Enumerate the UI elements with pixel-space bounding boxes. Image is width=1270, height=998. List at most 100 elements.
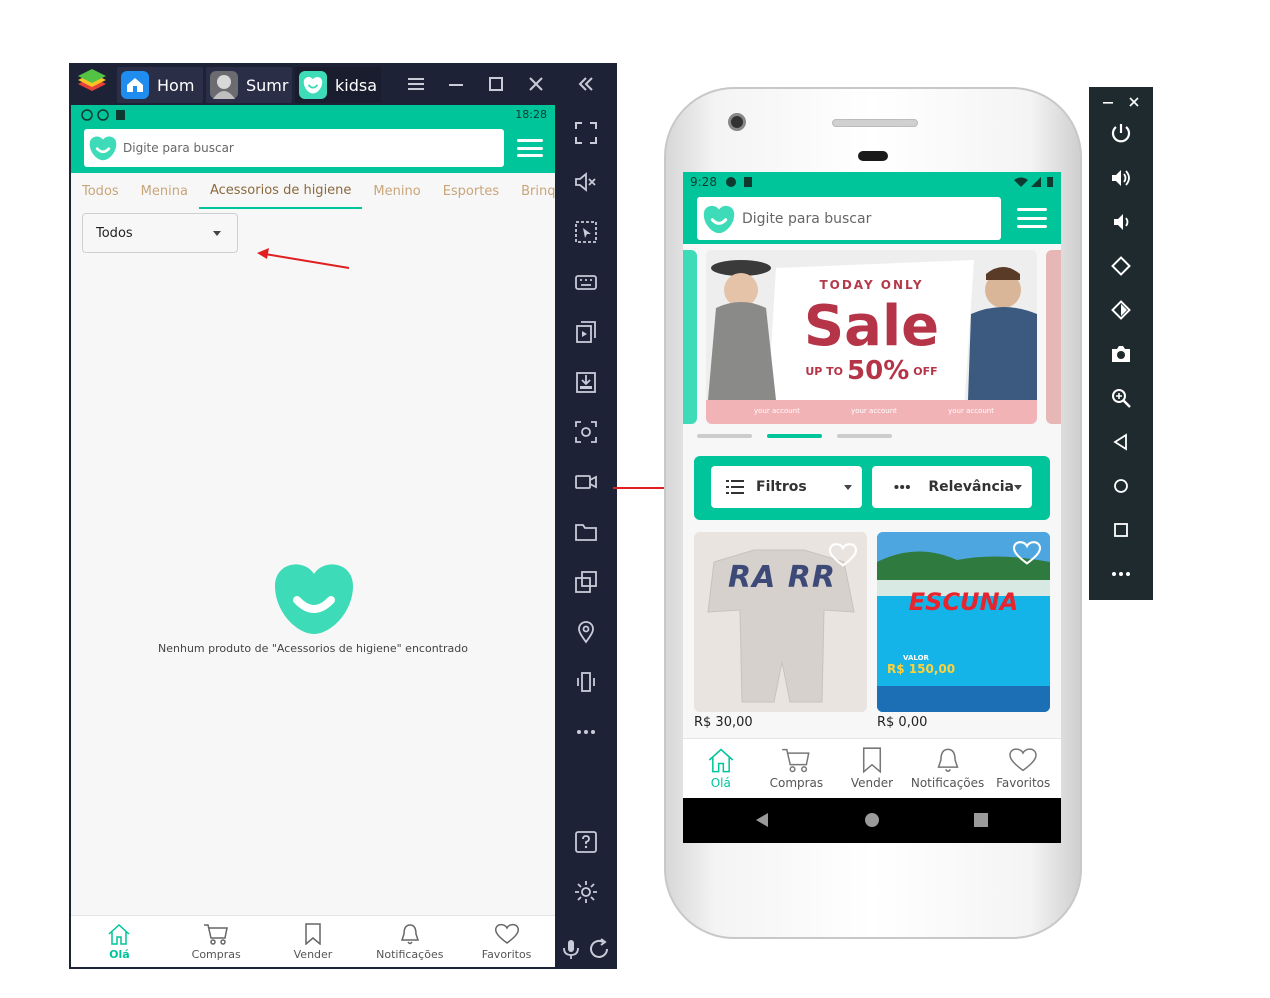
carousel-dot[interactable] [697, 434, 752, 438]
front-camera-icon [728, 113, 746, 131]
tab-acessorios-de-higiene[interactable]: Acessorios de higiene [198, 173, 363, 209]
bell-icon [937, 748, 959, 772]
nav-favoritos[interactable]: Favoritos [985, 739, 1061, 798]
microphone-icon[interactable] [557, 935, 585, 963]
product-image-text: ESCUNA [908, 588, 1019, 616]
close-icon[interactable] [523, 71, 549, 97]
tab-brinquedo[interactable]: Brinquedo [510, 173, 555, 209]
nav-compras[interactable]: Compras [168, 916, 265, 967]
tab-summoners[interactable]: Sumr [206, 67, 292, 103]
product-card[interactable]: ESCUNA VALOR R$ 150,00 [877, 532, 1050, 712]
nav-notificacoes[interactable]: Notificações [361, 916, 458, 967]
rotate-left-icon[interactable] [1107, 252, 1135, 280]
app-heart-icon [89, 136, 117, 161]
home-button-icon[interactable] [1107, 472, 1135, 500]
bluestacks-titlebar: Hom Sumr kidsa [69, 63, 617, 105]
nav-ola[interactable]: Olá [71, 916, 168, 967]
bookmark-icon [305, 922, 321, 945]
nav-notificacoes[interactable]: Notificações [910, 739, 986, 798]
record-video-icon[interactable] [572, 468, 600, 496]
nav-vender[interactable]: Vender [834, 739, 910, 798]
back-icon[interactable] [754, 812, 770, 828]
search-input[interactable]: Digite para buscar [84, 129, 504, 167]
nav-label: Favoritos [996, 776, 1051, 790]
tab-esportes[interactable]: Esportes [432, 173, 510, 209]
shake-icon[interactable] [572, 668, 600, 696]
search-placeholder: Digite para buscar [742, 210, 872, 227]
promo-banner-carousel[interactable]: TODAY ONLY Sale UP TO 50% OFF your accou… [683, 250, 1061, 426]
more-options-icon[interactable] [572, 718, 600, 746]
tab-home[interactable]: Hom [117, 67, 203, 103]
minimize-icon[interactable] [443, 71, 469, 97]
minimize-icon[interactable] [1103, 97, 1113, 107]
status-bar: 18:28 [71, 105, 555, 125]
cursor-select-icon[interactable] [572, 218, 600, 246]
filter-select[interactable]: Todos [82, 213, 238, 253]
back-icon[interactable] [1107, 428, 1135, 456]
location-icon[interactable] [572, 618, 600, 646]
maximize-icon[interactable] [483, 71, 509, 97]
filters-label: Filtros [756, 479, 807, 495]
nav-vender[interactable]: Vender [265, 916, 362, 967]
hamburger-menu-icon[interactable] [1017, 208, 1047, 228]
emulator-toolbar [1089, 87, 1153, 600]
banner-kicker: TODAY ONLY [819, 278, 924, 292]
filters-button[interactable]: Filtros [711, 466, 862, 508]
more-options-icon[interactable] [1107, 560, 1135, 588]
annotation-arrow-icon [257, 248, 350, 269]
tab-menina[interactable]: Menina [130, 173, 199, 209]
zoom-icon[interactable] [1107, 384, 1135, 412]
search-input[interactable]: Digite para buscar [697, 197, 1001, 240]
product-card[interactable]: RA RR [694, 532, 867, 712]
camera-icon[interactable] [1107, 340, 1135, 368]
carousel-dot-active[interactable] [767, 434, 822, 438]
multi-instance-icon[interactable] [572, 568, 600, 596]
apk-install-icon[interactable] [572, 368, 600, 396]
home-icon [108, 923, 130, 945]
heart-icon [1009, 748, 1037, 772]
chevron-down-icon [213, 230, 221, 236]
tab-todos[interactable]: Todos [71, 173, 130, 209]
settings-gear-icon[interactable] [572, 878, 600, 906]
category-tabs: Todos Menina Acessorios de higiene Menin… [71, 173, 555, 209]
power-icon[interactable] [1107, 120, 1135, 148]
nav-ola[interactable]: Olá [683, 739, 759, 798]
menu-icon[interactable] [403, 71, 429, 97]
home-button-icon[interactable] [864, 812, 880, 828]
close-icon[interactable] [1129, 97, 1139, 107]
favorite-heart-icon[interactable] [1012, 540, 1042, 566]
android-screen: 18:28 Digite para buscar Todos Menina Ac… [71, 105, 555, 967]
folder-icon[interactable] [572, 518, 600, 546]
screenshot-icon[interactable] [572, 418, 600, 446]
bluestacks-logo-icon[interactable] [75, 69, 109, 99]
rotate-right-icon[interactable] [1107, 296, 1135, 324]
fullscreen-icon[interactable] [572, 119, 600, 147]
nav-favoritos[interactable]: Favoritos [458, 916, 555, 967]
nav-label: Vender [293, 947, 333, 961]
nav-label: Olá [109, 947, 130, 961]
cart-icon [204, 923, 229, 945]
nav-label: Notificações [910, 776, 985, 790]
collapse-sidebar-icon[interactable] [573, 71, 599, 97]
help-icon[interactable] [572, 828, 600, 856]
nav-compras[interactable]: Compras [759, 739, 835, 798]
product-image-valor-label: VALOR [903, 654, 929, 662]
tab-menino[interactable]: Menino [362, 173, 431, 209]
game-avatar-icon [210, 71, 238, 99]
hamburger-menu-icon[interactable] [517, 139, 543, 157]
overview-icon[interactable] [1107, 516, 1135, 544]
rotate-sync-icon[interactable] [585, 935, 613, 963]
carousel-dot[interactable] [837, 434, 892, 438]
favorite-heart-icon[interactable] [828, 542, 858, 568]
tab-kidsapp[interactable]: kidsa [295, 67, 381, 103]
volume-up-icon[interactable] [1107, 164, 1135, 192]
sort-button[interactable]: Relevância [872, 466, 1032, 508]
volume-down-icon[interactable] [1107, 208, 1135, 236]
nav-label: Notificações [376, 947, 444, 961]
keyboard-icon[interactable] [572, 268, 600, 296]
mute-icon[interactable] [572, 168, 600, 196]
home-icon [121, 71, 149, 99]
banner-off: OFF [913, 364, 938, 378]
recents-icon[interactable] [973, 812, 989, 828]
media-manager-icon[interactable] [572, 318, 600, 346]
